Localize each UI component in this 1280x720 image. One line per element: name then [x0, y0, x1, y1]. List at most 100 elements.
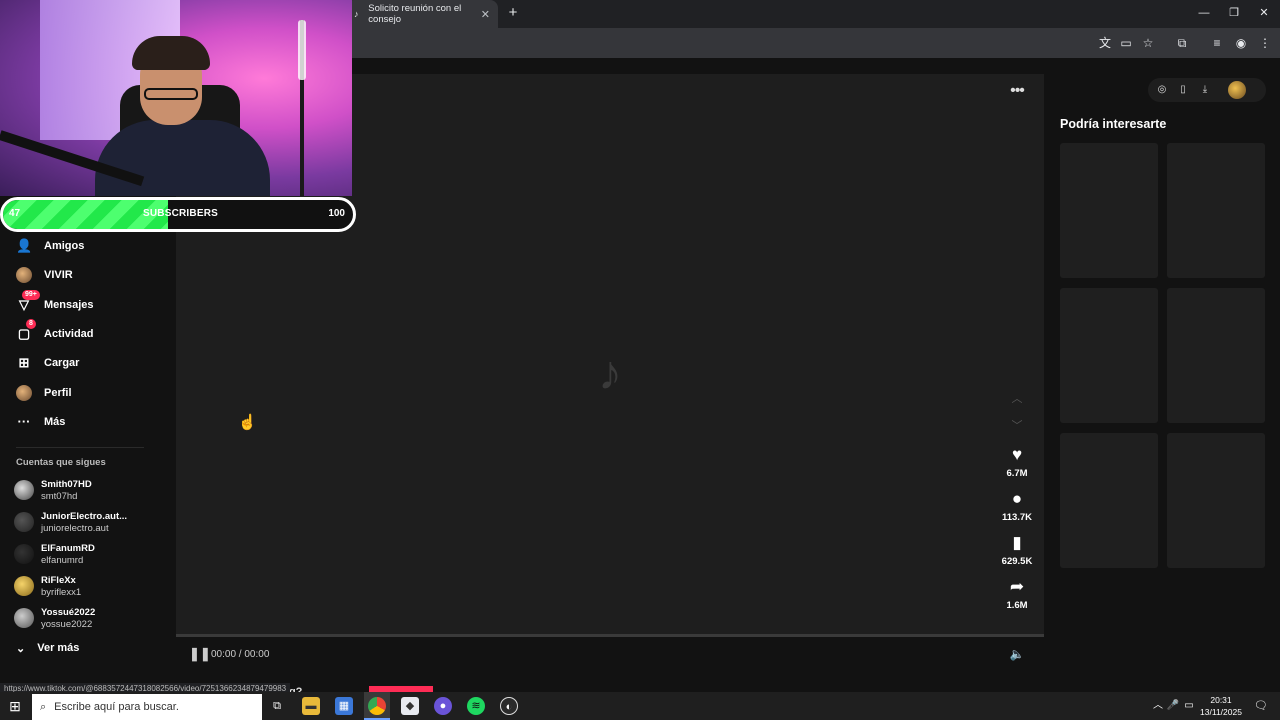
phone-icon[interactable]: ▯	[1175, 82, 1191, 98]
chrome-icon[interactable]	[368, 697, 386, 715]
sidebar-item-label: Actividad	[44, 328, 94, 340]
bookmark-star-icon[interactable]: ☆	[1139, 34, 1157, 52]
following-handle: smt07hd	[41, 491, 78, 502]
tiktok-favicon-icon: ♪	[354, 9, 359, 19]
sidebar-item-mas[interactable]: ··· Más	[16, 409, 166, 435]
more-options-icon[interactable]: •••	[1006, 82, 1028, 100]
following-name: Yossué2022	[41, 607, 96, 618]
tab-close-icon[interactable]: ✕	[481, 8, 490, 21]
capture-app-icon[interactable]: ◐	[500, 697, 518, 715]
recommended-thumbnail[interactable]	[1167, 288, 1265, 423]
sidebar-item-amigos[interactable]: 👤 Amigos	[16, 233, 166, 259]
share-button[interactable]: ➦ 1.6M	[997, 576, 1037, 611]
download-icon[interactable]: ⤓	[1197, 82, 1213, 98]
sidebar-item-label: Amigos	[44, 240, 85, 252]
maximize-button[interactable]: ❐	[1222, 4, 1246, 22]
volume-icon[interactable]: 🔈	[1008, 646, 1026, 662]
taskbar-search[interactable]: ⌕ Escribe aquí para buscar.	[32, 694, 262, 720]
store-icon[interactable]: ▦	[335, 697, 353, 715]
avatar[interactable]	[1228, 81, 1246, 99]
previous-video-icon[interactable]: ︿	[1008, 391, 1026, 407]
recommended-thumbnail[interactable]	[1060, 288, 1158, 423]
task-view-icon[interactable]: ⧉	[268, 697, 286, 715]
notifications-icon[interactable]: 🗨	[1252, 697, 1270, 715]
clock-time: 20:31	[1210, 695, 1232, 705]
comment-count: 113.7K	[1001, 512, 1033, 523]
activity-icon: ▢ 8	[16, 319, 36, 342]
roblox-icon[interactable]: ◆	[401, 697, 419, 715]
following-item[interactable]: RiFleXx byriflexx1	[14, 572, 164, 600]
see-more-label: Ver más	[37, 642, 80, 654]
recommended-thumbnail[interactable]	[1060, 143, 1158, 278]
close-window-button[interactable]: ✕	[1252, 4, 1276, 22]
like-count: 6.7M	[1006, 468, 1028, 479]
avatar	[14, 608, 34, 628]
following-header: Cuentas que sigues	[16, 457, 106, 468]
recommended-thumbnail[interactable]	[1167, 143, 1265, 278]
following-name: ElFanumRD	[41, 543, 95, 554]
avatar	[14, 576, 34, 596]
sidebar-divider	[16, 447, 144, 448]
recommended-thumbnail[interactable]	[1167, 433, 1265, 568]
following-item[interactable]: Smith07HD smt07hd	[14, 476, 164, 504]
comment-icon: ●	[1011, 489, 1023, 508]
like-button[interactable]: ♥ 6.7M	[997, 444, 1037, 479]
following-item[interactable]: Yossué2022 yossue2022	[14, 604, 164, 632]
windows-start-icon[interactable]: ⊞	[6, 697, 24, 715]
cast-icon[interactable]: ▭	[1117, 34, 1135, 52]
next-video-icon[interactable]: ﹀	[1008, 418, 1026, 434]
sidebar-item-vivir[interactable]: VIVIR	[16, 262, 166, 288]
live-icon	[16, 267, 32, 283]
obs-icon[interactable]: ●	[434, 697, 452, 715]
activity-badge: 8	[26, 319, 36, 329]
save-button[interactable]: ▮ 629.5K	[997, 532, 1037, 567]
save-count: 629.5K	[1001, 556, 1033, 567]
sidebar-item-label: Perfil	[44, 387, 72, 399]
following-item[interactable]: JuniorElectro.aut... juniorelectro.aut	[14, 508, 164, 536]
chevron-down-icon: ⌄	[16, 642, 26, 655]
following-name: JuniorElectro.aut...	[41, 511, 128, 522]
browser-menu-icon[interactable]: ⋮	[1256, 34, 1274, 52]
see-more-button[interactable]: ⌄ Ver más	[16, 638, 79, 658]
more-icon: ···	[17, 414, 31, 429]
search-icon: ⌕	[40, 700, 47, 713]
translate-icon[interactable]: 文	[1096, 34, 1114, 52]
media-controls-icon[interactable]: ≡	[1208, 34, 1226, 52]
new-tab-button[interactable]: +	[504, 4, 522, 22]
webcam-person-body	[95, 120, 270, 196]
sidebar-item-mensajes[interactable]: ▽ 99+ Mensajes	[16, 290, 166, 318]
bookmark-icon: ▮	[1012, 533, 1022, 552]
video-time: 00:00 / 00:00	[211, 649, 270, 660]
share-count: 1.6M	[1006, 600, 1028, 611]
avatar	[14, 512, 34, 532]
sidebar-item-cargar[interactable]: ⊞ Cargar	[16, 350, 166, 376]
tray-chevron-icon[interactable]: ︿	[1151, 699, 1165, 713]
profile-avatar-icon[interactable]: ◉	[1232, 34, 1250, 52]
sidebar-item-perfil[interactable]: Perfil	[16, 380, 166, 406]
sidebar-item-actividad[interactable]: ▢ 8 Actividad	[16, 319, 166, 347]
minimize-button[interactable]: —	[1192, 4, 1216, 22]
file-explorer-icon[interactable]: ▬	[302, 697, 320, 715]
browser-tab[interactable]: ♪ Solicito reunión con el consejo ✕	[346, 0, 498, 28]
clock-date: 13/11/2025	[1200, 707, 1242, 717]
messages-icon: ▽ 99+	[16, 290, 40, 313]
hand-cursor-icon: ☝	[238, 414, 257, 431]
pause-icon[interactable]: ❚❚	[189, 646, 211, 662]
following-item[interactable]: ElFanumRD elfanumrd	[14, 540, 164, 568]
webcam-person-glasses	[144, 88, 198, 100]
webcam-lamp-light	[298, 20, 306, 80]
microphone-icon[interactable]: 🎤	[1166, 699, 1180, 713]
tiktok-logo-icon: ♪	[598, 347, 622, 400]
following-name: RiFleXx	[41, 575, 76, 586]
coin-icon[interactable]: ◎	[1154, 82, 1170, 98]
subscriber-goal: 100	[328, 208, 345, 219]
extensions-icon[interactable]: ⧉	[1173, 34, 1191, 52]
recommended-thumbnail[interactable]	[1060, 433, 1158, 568]
tab-title: Solicito reunión con el consejo	[368, 3, 462, 25]
heart-icon: ♥	[1011, 445, 1023, 464]
comment-button[interactable]: ● 113.7K	[997, 488, 1037, 523]
spotify-icon[interactable]: ≋	[467, 697, 485, 715]
subscriber-current: 47	[9, 208, 21, 219]
taskbar-clock[interactable]: 20:31 13/11/2025	[1198, 694, 1244, 718]
sidebar-item-label: Cargar	[44, 357, 80, 369]
